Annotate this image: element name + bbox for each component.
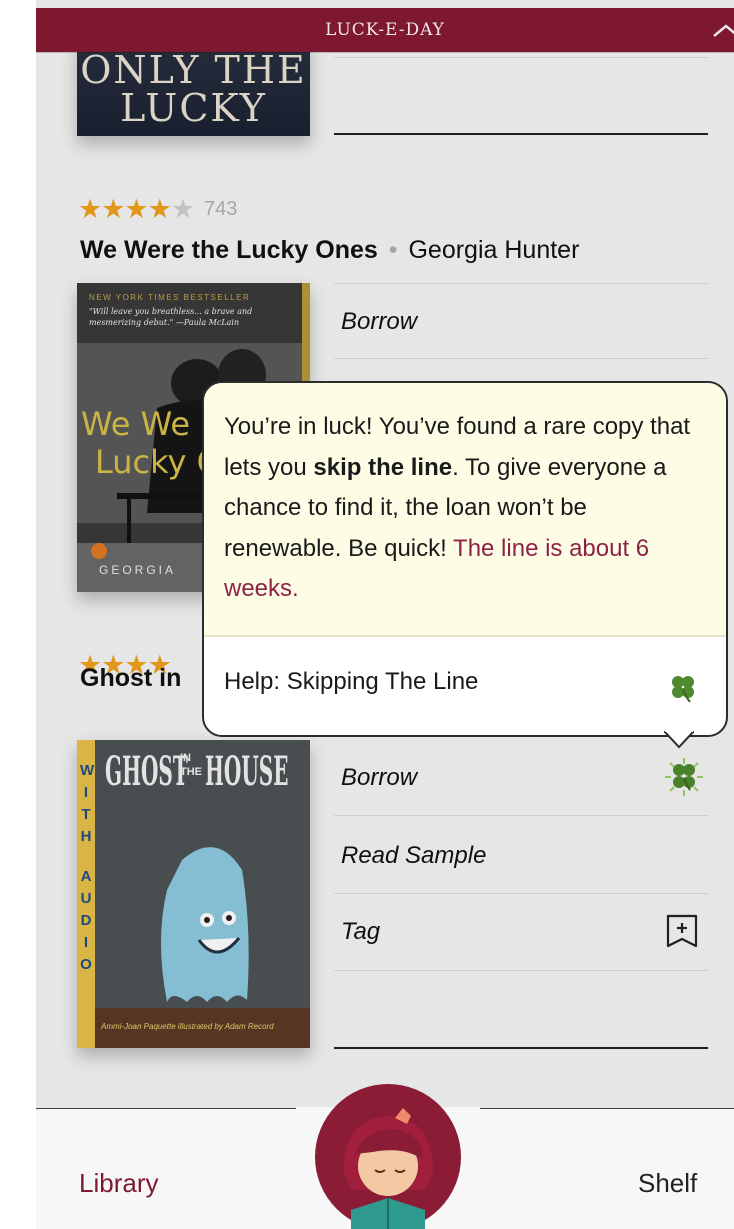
book-cover-only-the-lucky[interactable]: ONLY THE LUCKY: [77, 38, 310, 136]
cover-title-mid-1: IN: [180, 752, 191, 764]
message-bold: skip the line: [313, 453, 453, 481]
cover-side-letter: I: [83, 784, 89, 801]
rating-stars: ★★★★★ 743: [78, 194, 237, 225]
popover-message: You’re in luck! You’ve found a rare copy…: [224, 407, 704, 610]
cover-quote-1: "Will leave you breathless... a brave an…: [89, 307, 253, 316]
four-leaf-clover-icon[interactable]: [663, 756, 705, 798]
cover-quote-2: mesmerizing debut." —Paula McLain: [89, 318, 240, 327]
cover-author: GEORGIA: [99, 563, 177, 577]
book-author: Georgia Hunter: [408, 236, 580, 264]
filled-stars: ★★★★: [78, 194, 172, 225]
tag-button[interactable]: Tag: [341, 918, 380, 946]
review-count: 743: [204, 198, 238, 220]
cover-title-left: GHOST: [105, 748, 188, 795]
tab-shelf[interactable]: Shelf: [638, 1168, 697, 1199]
book-title: We Were the Lucky Ones: [80, 236, 378, 264]
cover-title-right: HOUSE: [205, 748, 289, 795]
tag-add-icon[interactable]: [665, 913, 699, 949]
header-title: LUCK-E-DAY: [325, 20, 445, 40]
cover-title-line-2: LUCKY: [120, 86, 267, 130]
popover-tail: [664, 731, 694, 749]
cover-side-letter: T: [81, 806, 91, 823]
cover-side-letter: I: [83, 934, 89, 951]
divider: [334, 57, 708, 58]
app-screen: ONLY THE LUCKY ★★★★★ 743 We Were the Luck…: [36, 0, 734, 1229]
read-sample-button[interactable]: Read Sample: [341, 842, 486, 870]
chevron-up-icon[interactable]: [712, 20, 734, 40]
cover-title-mid-2: THE: [180, 766, 202, 778]
divider: [334, 1047, 708, 1049]
cover-side-letter: H: [80, 828, 92, 845]
book-title: Ghost in: [80, 664, 182, 692]
book-title-line[interactable]: Ghost in: [80, 664, 181, 693]
four-leaf-clover-icon: [672, 676, 694, 703]
cover-side-letter: A: [80, 868, 92, 885]
cover-credits: Ammi-Joan Paquette illustrated by Adam R…: [101, 1022, 274, 1031]
cover-side-letter: O: [80, 956, 92, 973]
divider: [334, 358, 708, 359]
divider: [334, 283, 708, 284]
separator: •: [388, 236, 398, 264]
cover-side-letters: WITHAUDIO: [80, 760, 95, 976]
tab-library[interactable]: Library: [79, 1168, 158, 1199]
book-title-line[interactable]: We Were the Lucky Ones • Georgia Hunter: [80, 236, 579, 265]
libby-logo-icon[interactable]: [315, 1080, 461, 1229]
divider: [334, 133, 708, 135]
cover-side-letter: U: [80, 890, 92, 907]
divider: [334, 970, 708, 971]
cover-banner: NEW YORK TIMES BESTSELLER: [89, 293, 251, 302]
borrow-button[interactable]: Borrow: [341, 308, 417, 336]
borrow-button[interactable]: Borrow: [341, 764, 417, 792]
help-skipping-the-line-link[interactable]: Help: Skipping The Line: [224, 668, 478, 696]
cover-side-letter: D: [80, 912, 92, 929]
cover-title-1: We We: [81, 405, 191, 443]
divider: [334, 815, 708, 816]
divider: [334, 893, 708, 894]
skip-the-line-popover: You’re in luck! You’ve found a rare copy…: [202, 381, 728, 737]
header-bar: LUCK-E-DAY: [36, 8, 734, 52]
cover-side-letter: W: [80, 762, 95, 779]
partial-star: ★: [170, 194, 195, 225]
popover-message-area: You’re in luck! You’ve found a rare copy…: [204, 383, 726, 637]
book-cover-ghost-in-the-house[interactable]: GHOST IN THE HOUSE WITHAUDIO Ammi-Joan P…: [77, 740, 310, 1048]
